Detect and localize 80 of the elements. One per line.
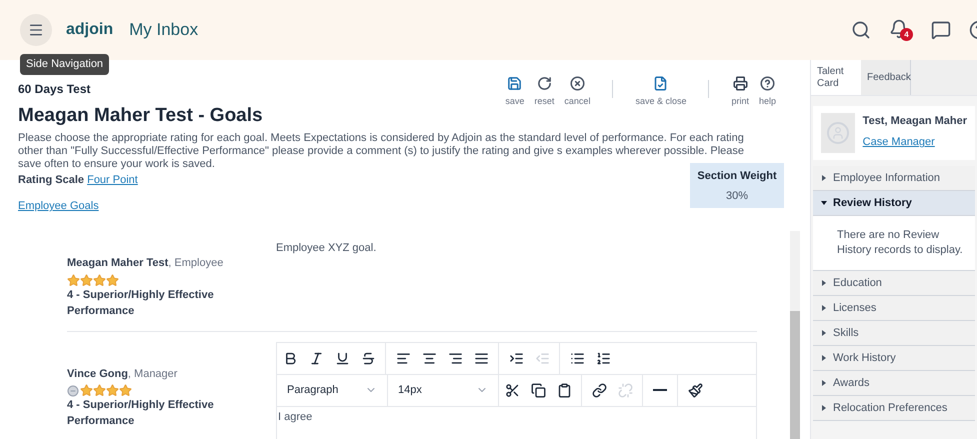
- profile-role-link[interactable]: Case Manager: [862, 136, 935, 148]
- reviewer-name: Vince Gong: [67, 368, 128, 380]
- subtitle: 60 Days Test: [18, 81, 92, 98]
- caret-right-icon: [821, 305, 827, 311]
- cancel-button[interactable]: cancel: [562, 76, 592, 108]
- star-icon: [67, 274, 80, 287]
- logo: adjoin: [66, 20, 114, 40]
- tooltip: Side Navigation: [20, 54, 110, 74]
- instructions: Please choose the appropriate rating for each goal. Meets Expectations is considered by Adjoin as the standard level of performance. For each rating other than "Fully Successful/Effective Performance" please provide a comment (s) to justify the rating and give s examples wherever possible. Please save often to ensure your work is saved.: [18, 132, 746, 171]
- cut-icon: [504, 382, 520, 398]
- clear-rating-icon[interactable]: [67, 384, 79, 397]
- reset-button[interactable]: reset: [532, 76, 556, 108]
- caret-right-icon: [821, 355, 827, 361]
- avatar-icon: [821, 113, 855, 153]
- align-right-icon: [448, 350, 462, 366]
- comment-text[interactable]: I agree: [277, 406, 756, 426]
- italic-icon: [308, 350, 324, 366]
- rating-scale-link[interactable]: Four Point: [87, 174, 138, 186]
- star-icon: [93, 384, 106, 398]
- cancel-icon: [570, 76, 585, 91]
- font-size-select[interactable]: 14px: [388, 374, 499, 406]
- reset-icon: [536, 76, 552, 91]
- caret-right-icon: [821, 330, 827, 336]
- save-close-button[interactable]: save & close: [633, 76, 688, 108]
- chat-icon[interactable]: [931, 20, 951, 40]
- reviewer-role: , Employee: [168, 257, 224, 270]
- caret-right-icon: [821, 380, 827, 386]
- scrollbar[interactable]: [790, 231, 800, 439]
- heading: Meagan Maher Test - Goals: [18, 104, 264, 128]
- star-icon: [80, 384, 93, 398]
- menu-button[interactable]: [20, 14, 52, 46]
- sidebar-tab[interactable]: Talent Card: [811, 60, 861, 95]
- format-painter-icon: [688, 382, 702, 398]
- align-center-icon: [422, 350, 436, 366]
- outdent-icon: [534, 350, 550, 366]
- bullet-list-icon: [570, 350, 584, 366]
- caret-right-icon: [821, 405, 827, 411]
- numbered-list-icon: [596, 350, 610, 366]
- save-close-icon: [653, 76, 668, 91]
- link-icon: [592, 382, 606, 398]
- help-icon: [760, 76, 775, 91]
- indent-icon: [508, 350, 524, 366]
- save-button[interactable]: save: [503, 76, 526, 108]
- rating-label: 4 - Superior/Highly Effective Performance: [67, 288, 215, 319]
- unlink-icon: [618, 382, 632, 398]
- rating-label: 4 - Superior/Highly Effective Performance: [67, 398, 215, 430]
- print-icon: [732, 76, 748, 91]
- star-icon: [106, 384, 119, 398]
- justify-icon: [474, 350, 488, 366]
- strikethrough-icon: [360, 350, 376, 366]
- star-icon: [119, 384, 132, 398]
- star-icon: [106, 274, 119, 287]
- block-format-select[interactable]: Paragraph: [277, 374, 388, 406]
- section-weight-label: Section Weight: [697, 169, 777, 184]
- accordion-header[interactable]: Review History: [813, 191, 975, 216]
- caret-down-icon: [821, 200, 827, 206]
- accordion-content: There are no Review History records to display.: [813, 216, 975, 271]
- paste-icon: [556, 382, 572, 398]
- help-button[interactable]: help: [756, 76, 778, 108]
- menu-icon: [28, 22, 44, 38]
- align-left-icon: [396, 350, 410, 366]
- star-icon: [93, 274, 106, 287]
- save-icon: [507, 76, 522, 91]
- horizontal-rule-icon: [653, 389, 667, 392]
- section-weight-value: 30%: [726, 188, 748, 204]
- star-icon: [80, 274, 93, 287]
- employee-goals-link[interactable]: Employee Goals: [18, 198, 99, 215]
- copy-icon: [530, 382, 546, 398]
- goal-text: Employee XYZ goal.: [276, 241, 376, 256]
- reviewer-name: Meagan Maher Test: [67, 257, 168, 270]
- page-title: My Inbox: [129, 19, 198, 42]
- search-icon[interactable]: [851, 20, 871, 40]
- caret-right-icon: [821, 280, 827, 286]
- print-button[interactable]: print: [729, 76, 751, 108]
- profile-name: Test, Meagan Maher: [862, 114, 967, 129]
- underline-icon: [334, 350, 350, 366]
- rating-scale-label: Rating Scale: [18, 174, 84, 186]
- caret-right-icon: [821, 175, 827, 181]
- reviewer-role: , Manager: [128, 368, 178, 380]
- notification-badge: 4: [900, 28, 913, 41]
